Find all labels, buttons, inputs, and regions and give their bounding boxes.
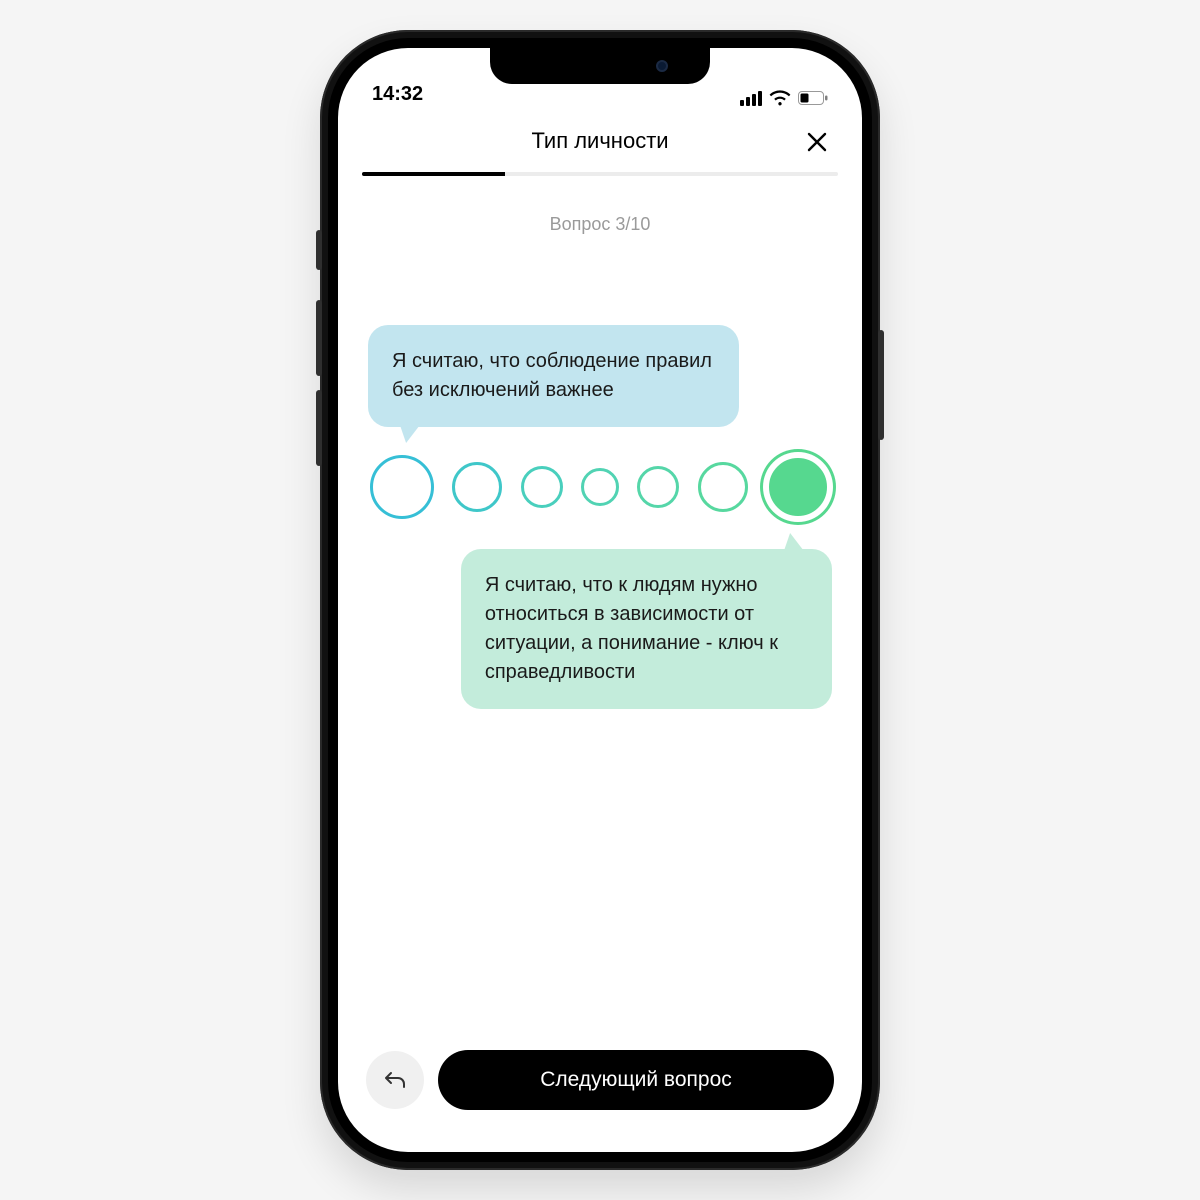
front-camera-icon bbox=[656, 60, 668, 72]
likert-option-6[interactable] bbox=[698, 462, 748, 512]
question-content: Я считаю, что соблюдение правил без искл… bbox=[338, 325, 862, 1034]
likert-option-1[interactable] bbox=[370, 455, 434, 519]
close-button[interactable] bbox=[800, 125, 834, 159]
likert-option-7-selected[interactable] bbox=[766, 455, 830, 519]
mute-switch bbox=[316, 230, 322, 270]
power-button bbox=[878, 330, 884, 440]
screen: 14:32 bbox=[338, 48, 862, 1152]
battery-icon bbox=[798, 91, 828, 105]
footer: Следующий вопрос bbox=[338, 1034, 862, 1152]
close-icon bbox=[806, 131, 828, 153]
likert-option-3[interactable] bbox=[521, 466, 563, 508]
likert-option-5[interactable] bbox=[637, 466, 679, 508]
back-button[interactable] bbox=[366, 1051, 424, 1109]
cellular-signal-icon bbox=[740, 91, 762, 106]
likert-option-2[interactable] bbox=[452, 462, 502, 512]
option-b-text: Я считаю, что к людям нужно относиться в… bbox=[485, 574, 778, 683]
option-b-bubble: Я считаю, что к людям нужно относиться в… bbox=[461, 549, 832, 709]
notch bbox=[490, 48, 710, 84]
phone-frame: 14:32 bbox=[320, 30, 880, 1170]
option-a-bubble: Я считаю, что соблюдение правил без искл… bbox=[368, 325, 739, 427]
volume-up-button bbox=[316, 300, 322, 376]
volume-down-button bbox=[316, 390, 322, 466]
app-header: Тип личности bbox=[338, 112, 862, 172]
status-time: 14:32 bbox=[372, 83, 423, 106]
option-a-text: Я считаю, что соблюдение правил без искл… bbox=[392, 350, 712, 401]
page-title: Тип личности bbox=[531, 128, 668, 154]
next-question-button[interactable]: Следующий вопрос bbox=[438, 1050, 834, 1110]
question-counter: Вопрос 3/10 bbox=[338, 176, 862, 325]
undo-arrow-icon bbox=[384, 1070, 406, 1090]
wifi-icon bbox=[769, 90, 791, 106]
likert-scale bbox=[368, 427, 832, 523]
likert-option-4[interactable] bbox=[581, 468, 619, 506]
